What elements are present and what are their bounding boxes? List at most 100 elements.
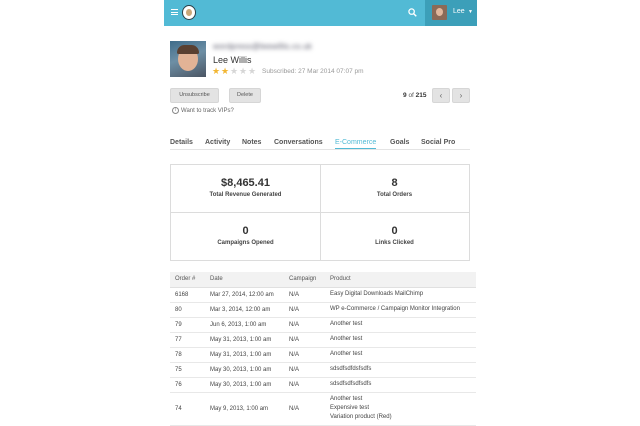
tab-activity[interactable]: Activity bbox=[205, 139, 230, 146]
cell-date: May 9, 2013, 1:00 am bbox=[205, 392, 284, 426]
cell-order-number: 79 bbox=[170, 317, 205, 333]
stat-label: Campaigns Opened bbox=[217, 240, 274, 246]
stat-total-orders: 8 Total Orders bbox=[320, 177, 469, 198]
column-header-campaign: Campaign bbox=[284, 272, 325, 288]
pager-total: 215 bbox=[415, 92, 427, 99]
delete-button[interactable]: Delete bbox=[229, 88, 261, 103]
table-row: 77 May 31, 2013, 1:00 am N/A Another test bbox=[170, 332, 476, 348]
stat-total-revenue: $8,465.41 Total Revenue Generated bbox=[171, 177, 320, 198]
hamburger-menu-icon[interactable] bbox=[171, 9, 178, 15]
table-row: 76 May 30, 2013, 1:00 am N/A sdsdfsdfsdfsdf… bbox=[170, 377, 476, 393]
orders-table-body: 6168 Mar 27, 2014, 12:00 am N/A Easy Digita… bbox=[170, 287, 476, 426]
tab-social-pro[interactable]: Social Pro bbox=[421, 139, 455, 146]
table-row: 80 Mar 3, 2014, 12:00 am N/A WP e-Commerce … bbox=[170, 302, 476, 318]
stat-value: 8 bbox=[391, 177, 398, 189]
column-header-product: Product bbox=[325, 272, 476, 288]
user-name: Lee bbox=[453, 8, 465, 15]
product-name: Easy Digital Downloads MailChimp bbox=[330, 291, 424, 297]
contact-avatar bbox=[170, 41, 206, 77]
stat-campaigns-opened: 0 Campaigns Opened bbox=[171, 225, 320, 246]
cell-campaign: N/A bbox=[284, 317, 325, 333]
track-vips-text: Want to track VIPs? bbox=[181, 108, 234, 115]
cell-order-number: 78 bbox=[170, 347, 205, 363]
cell-order-number: 80 bbox=[170, 302, 205, 318]
cell-product: WP e-Commerce / Campaign Monitor Integra… bbox=[325, 302, 476, 318]
table-row: 78 May 31, 2013, 1:00 am N/A Another test bbox=[170, 347, 476, 363]
previous-contact-button[interactable]: ‹ bbox=[432, 88, 450, 103]
product-name: sdsdfsdfsdfsdfs bbox=[330, 381, 372, 387]
stat-label: Total Orders bbox=[376, 192, 413, 198]
cell-date: Mar 27, 2014, 12:00 am bbox=[205, 287, 284, 303]
star-icon: ★ bbox=[239, 66, 248, 76]
tab-goals[interactable]: Goals bbox=[390, 139, 409, 146]
product-name: WP e-Commerce / Campaign Monitor Integra… bbox=[330, 306, 460, 312]
cell-product: Another test bbox=[325, 317, 476, 333]
table-row: 75 May 30, 2013, 1:00 am N/A sdsdfsdfdsfsdf… bbox=[170, 362, 476, 378]
cell-product: Another test bbox=[325, 347, 476, 363]
pager-of: of bbox=[408, 92, 414, 99]
column-header-date: Date bbox=[205, 272, 284, 288]
tab-e-commerce[interactable]: E-Commerce bbox=[335, 139, 377, 149]
mailchimp-logo-icon[interactable] bbox=[182, 5, 196, 20]
divider bbox=[171, 212, 469, 213]
product-name: Another test bbox=[330, 351, 363, 357]
cell-date: May 30, 2013, 1:00 am bbox=[205, 362, 284, 378]
search-icon[interactable] bbox=[408, 8, 417, 17]
product-name: Expensive test bbox=[330, 405, 370, 411]
cell-order-number: 6168 bbox=[170, 287, 205, 303]
cell-campaign: N/A bbox=[284, 392, 325, 426]
cell-date: May 31, 2013, 1:00 am bbox=[205, 332, 284, 348]
cell-date: May 30, 2013, 1:00 am bbox=[205, 377, 284, 393]
unsubscribe-button[interactable]: Unsubscribe bbox=[170, 88, 219, 103]
next-contact-button[interactable]: › bbox=[452, 88, 470, 103]
tab-details[interactable]: Details bbox=[170, 139, 193, 146]
stat-value: $8,465.41 bbox=[221, 177, 270, 189]
cell-product: Another test bbox=[325, 332, 476, 348]
tab-conversations[interactable]: Conversations bbox=[274, 139, 323, 146]
top-bar: Lee ▼ bbox=[164, 0, 477, 26]
cell-date: May 31, 2013, 1:00 am bbox=[205, 347, 284, 363]
product-name: Another test bbox=[330, 321, 363, 327]
cell-campaign: N/A bbox=[284, 287, 325, 303]
column-header-order: Order # bbox=[170, 272, 205, 288]
cell-product: sdsdfsdfsdfsdfs bbox=[325, 377, 476, 393]
info-icon: i bbox=[172, 107, 179, 114]
track-vips-link[interactable]: i Want to track VIPs? bbox=[172, 107, 234, 114]
star-icon: ★ bbox=[230, 66, 239, 76]
cell-campaign: N/A bbox=[284, 377, 325, 393]
product-name: sdsdfsdfdsfsdfs bbox=[330, 366, 372, 372]
tab-notes[interactable]: Notes bbox=[242, 139, 261, 146]
star-icon: ★ bbox=[248, 66, 257, 76]
star-icon: ★ bbox=[212, 66, 221, 76]
stat-label: Total Revenue Generated bbox=[209, 192, 282, 198]
cell-order-number: 76 bbox=[170, 377, 205, 393]
stat-value: 0 bbox=[242, 225, 249, 237]
table-row: 79 Jun 6, 2013, 1:00 am N/A Another test bbox=[170, 317, 476, 333]
cell-campaign: N/A bbox=[284, 332, 325, 348]
profile-tabs: Details Activity Notes Conversations E-C… bbox=[170, 134, 470, 150]
cell-campaign: N/A bbox=[284, 302, 325, 318]
user-menu[interactable]: Lee ▼ bbox=[425, 0, 477, 26]
star-icon: ★ bbox=[221, 66, 230, 76]
product-name: Variation product (Red) bbox=[330, 414, 392, 420]
caret-down-icon: ▼ bbox=[468, 8, 473, 15]
stat-links-clicked: 0 Links Clicked bbox=[320, 225, 469, 246]
user-avatar bbox=[432, 5, 447, 20]
table-header-row: Order # Date Campaign Product bbox=[170, 272, 476, 288]
orders-table: Order # Date Campaign Product 6168 Mar 27… bbox=[170, 272, 476, 426]
cell-order-number: 74 bbox=[170, 392, 205, 426]
cell-product: sdsdfsdfdsfsdfs bbox=[325, 362, 476, 378]
pager-current: 9 bbox=[403, 92, 407, 99]
cell-product: Easy Digital Downloads MailChimp bbox=[325, 287, 476, 303]
table-row: 74 May 9, 2013, 1:00 am N/A Another test Exp… bbox=[170, 392, 476, 426]
contact-email: wordpress@leewillis.co.uk bbox=[213, 42, 312, 51]
subscribed-date: Subscribed: 27 Mar 2014 07:07 pm bbox=[262, 68, 364, 75]
ecommerce-stats: $8,465.41 Total Revenue Generated 8 Tota… bbox=[170, 164, 470, 261]
cell-order-number: 75 bbox=[170, 362, 205, 378]
cell-order-number: 77 bbox=[170, 332, 205, 348]
stat-value: 0 bbox=[391, 225, 398, 237]
contact-name: Lee Willis bbox=[213, 55, 252, 65]
cell-date: Mar 3, 2014, 12:00 am bbox=[205, 302, 284, 318]
cell-date: Jun 6, 2013, 1:00 am bbox=[205, 317, 284, 333]
cell-campaign: N/A bbox=[284, 347, 325, 363]
